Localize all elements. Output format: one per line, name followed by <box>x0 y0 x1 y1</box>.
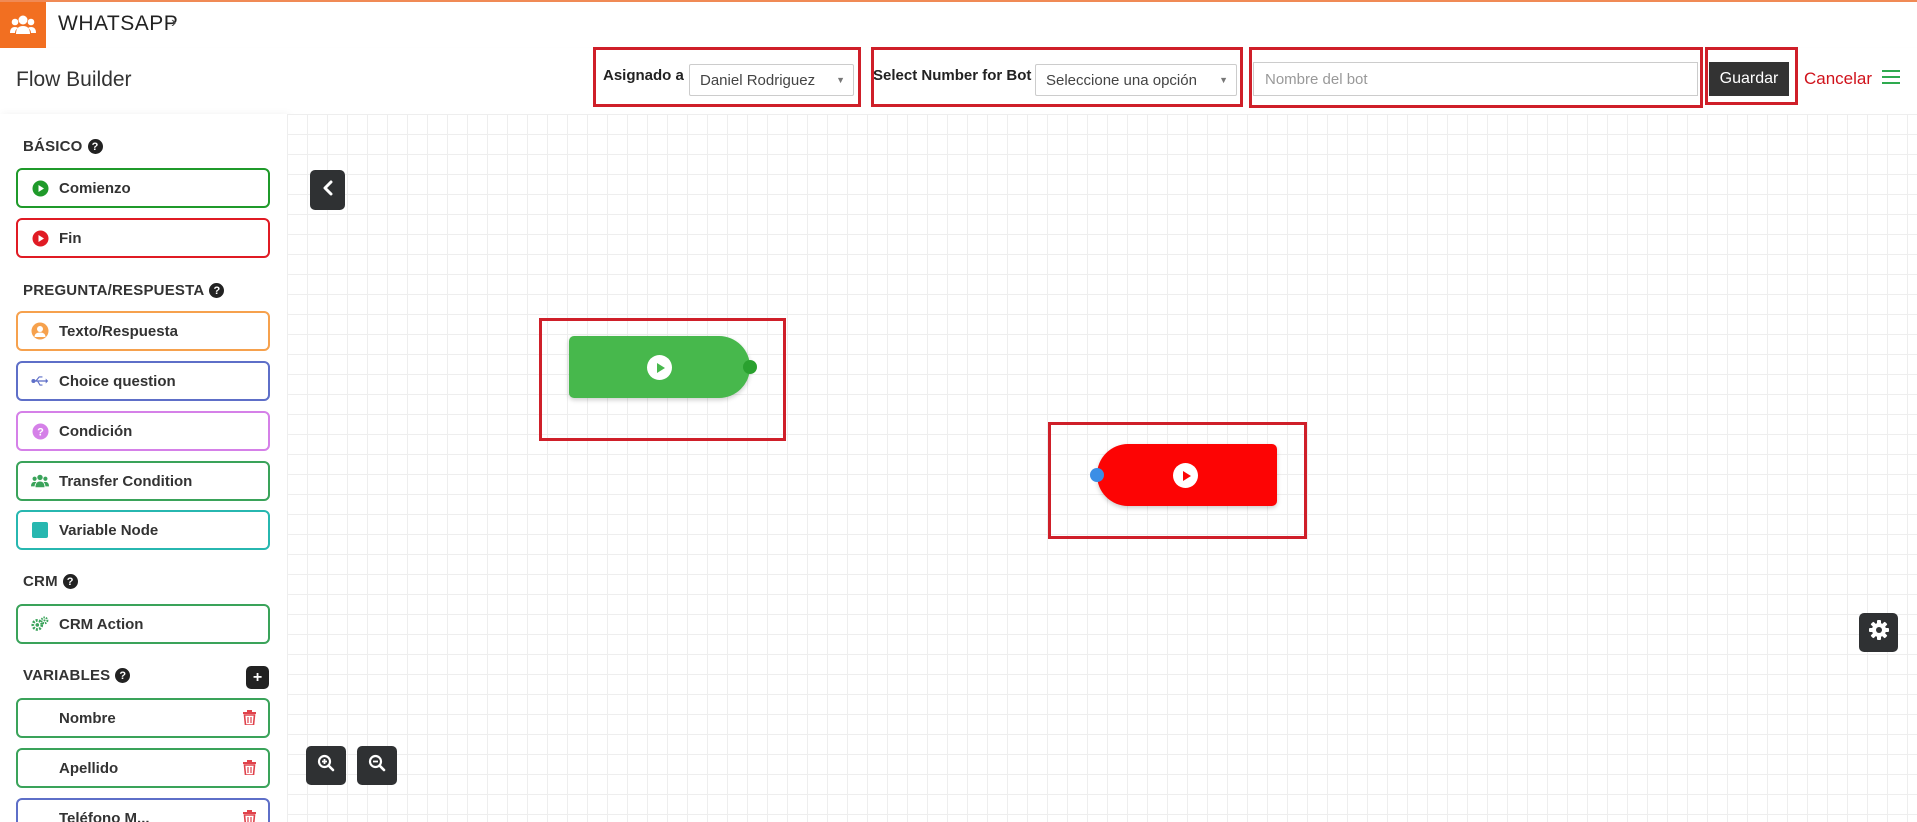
palette-item-crm-action[interactable]: CRM Action <box>16 604 270 644</box>
variable-item-label: Nombre <box>59 709 116 727</box>
palette-item-label: Condición <box>59 422 133 440</box>
palette-item-label: Texto/Respuesta <box>59 322 178 340</box>
zoom-out-button[interactable] <box>357 746 397 785</box>
palette-item-variable-node[interactable]: Variable Node <box>16 510 270 550</box>
section-variables-title: VARIABLES <box>23 667 111 684</box>
variable-item-nombre[interactable]: Nombre <box>16 698 270 738</box>
palette-item-label: Transfer Condition <box>59 472 193 490</box>
assigned-label: Asignado a <box>603 67 684 84</box>
help-icon[interactable]: ? <box>87 139 103 154</box>
trash-icon[interactable] <box>243 760 256 779</box>
dropdown-arrow-icon: ▼ <box>836 75 845 85</box>
assigned-select-value: Daniel Rodriguez <box>700 72 816 89</box>
palette-item-label: Fin <box>59 229 82 247</box>
app-title[interactable]: WHATSAPP <box>58 12 178 36</box>
variable-item-label: Apellido <box>59 759 119 777</box>
bot-number-select-value: Seleccione una opción <box>1046 72 1197 89</box>
play-icon <box>647 355 672 380</box>
variable-item-label: Teléfono M... <box>59 809 150 822</box>
node-palette-sidebar: BÁSICO ? Comienzo Fin PREGUNTA/RESPUESTA… <box>0 114 287 822</box>
square-icon <box>31 521 49 539</box>
section-qa-title: PREGUNTA/RESPUESTA <box>23 282 205 299</box>
palette-item-texto-respuesta[interactable]: Texto/Respuesta <box>16 311 270 351</box>
zoom-in-icon <box>317 754 335 777</box>
section-crm: CRM ? <box>23 573 78 590</box>
zoom-in-button[interactable] <box>306 746 346 785</box>
users-icon <box>31 472 49 490</box>
section-qa: PREGUNTA/RESPUESTA ? <box>23 282 225 299</box>
save-button[interactable]: Guardar <box>1709 62 1789 96</box>
assigned-select[interactable]: Daniel Rodriguez ▼ <box>689 64 854 96</box>
section-crm-title: CRM <box>23 573 58 590</box>
palette-item-label: Variable Node <box>59 521 159 539</box>
question-circle-icon: ? <box>31 422 49 440</box>
end-flow-node[interactable] <box>1090 444 1277 506</box>
palette-item-label: Choice question <box>59 372 176 390</box>
palette-item-fin[interactable]: Fin <box>16 218 270 258</box>
palette-item-comienzo[interactable]: Comienzo <box>16 168 270 208</box>
start-flow-node[interactable] <box>569 336 757 398</box>
play-circle-icon <box>31 229 49 247</box>
bot-name-input[interactable] <box>1253 62 1698 96</box>
output-port[interactable] <box>743 360 757 374</box>
help-icon[interactable]: ? <box>62 574 78 589</box>
bot-number-label: Select Number for Bot <box>873 67 1032 84</box>
chevron-left-icon <box>322 180 334 201</box>
gear-icon <box>1868 619 1890 646</box>
settings-button[interactable] <box>1859 613 1898 652</box>
cancel-link[interactable]: Cancelar <box>1804 69 1872 89</box>
palette-item-transfer-condition[interactable]: Transfer Condition <box>16 461 270 501</box>
play-icon <box>1173 463 1198 488</box>
collapse-sidebar-button[interactable] <box>310 170 345 210</box>
play-circle-icon <box>31 179 49 197</box>
bot-number-select[interactable]: Seleccione una opción ▼ <box>1035 64 1237 96</box>
help-icon[interactable]: ? <box>115 668 131 683</box>
section-basic-title: BÁSICO <box>23 138 83 155</box>
usb-icon <box>31 372 49 390</box>
palette-item-choice-question[interactable]: Choice question <box>16 361 270 401</box>
add-variable-button[interactable]: + <box>246 666 269 689</box>
gears-icon <box>31 615 49 633</box>
trash-icon[interactable] <box>243 710 256 729</box>
hamburger-menu-icon[interactable] <box>1882 70 1900 86</box>
section-variables: VARIABLES ? <box>23 667 131 684</box>
dropdown-arrow-icon: ▼ <box>1219 75 1228 85</box>
page-title: Flow Builder <box>16 68 132 91</box>
variable-item-telefono[interactable]: Teléfono M... <box>16 798 270 822</box>
top-bar: WHATSAPP › <box>0 0 1917 48</box>
trash-icon[interactable] <box>243 810 256 822</box>
palette-item-condicion[interactable]: ? Condición <box>16 411 270 451</box>
zoom-out-icon <box>368 754 386 777</box>
palette-item-label: Comienzo <box>59 179 131 197</box>
svg-text:?: ? <box>37 426 44 438</box>
variable-item-apellido[interactable]: Apellido <box>16 748 270 788</box>
section-basic: BÁSICO ? <box>23 138 103 155</box>
palette-item-label: CRM Action <box>59 615 144 633</box>
users-icon[interactable] <box>0 2 46 48</box>
chevron-right-icon[interactable]: › <box>171 14 176 32</box>
user-icon <box>31 322 49 340</box>
help-icon[interactable]: ? <box>209 283 225 298</box>
input-port[interactable] <box>1090 468 1104 482</box>
